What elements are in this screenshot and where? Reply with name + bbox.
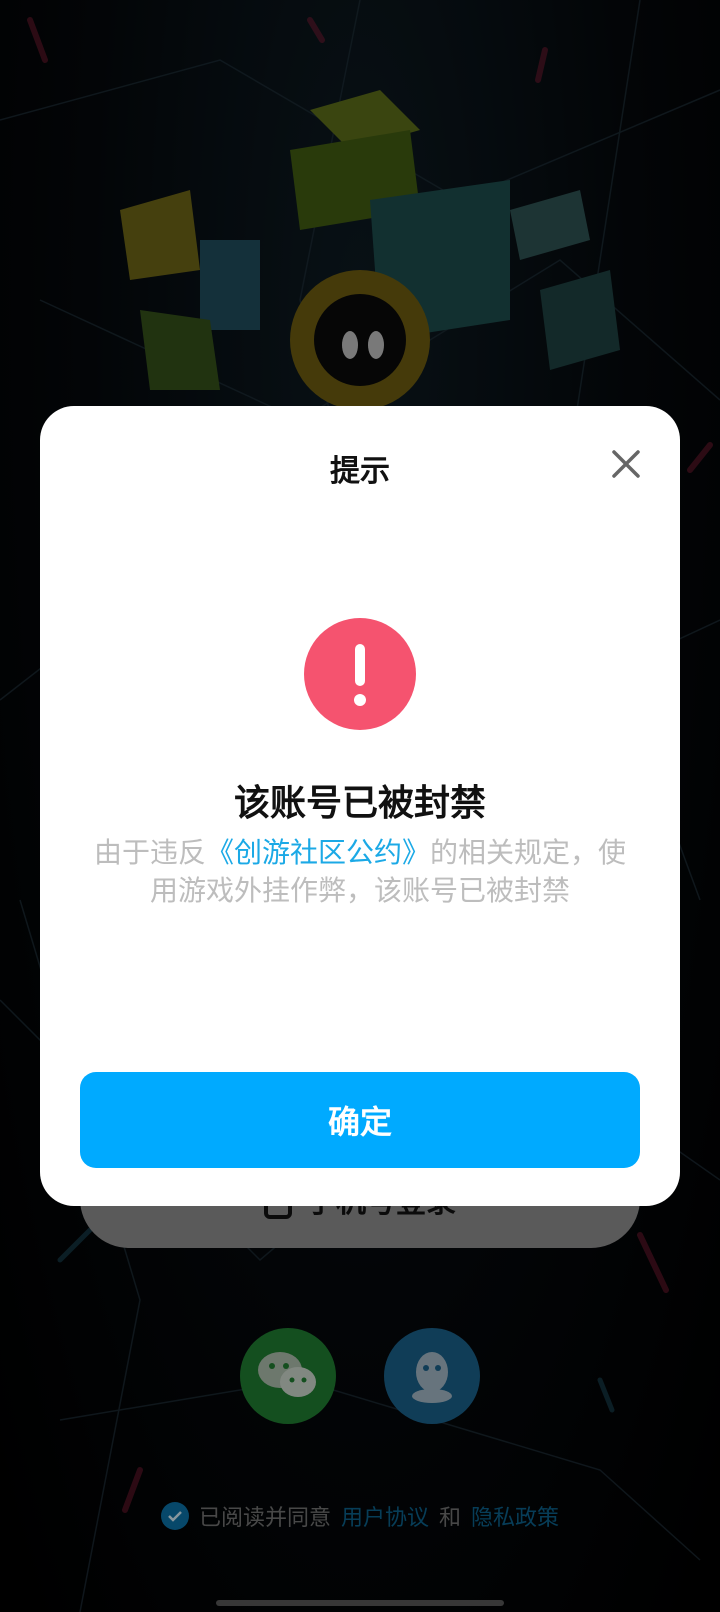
ban-notice-dialog: 提示 该账号已被封禁 由于违反《创游社区公约》的相关规定，使用游戏外挂作弊，该账…: [40, 406, 680, 1206]
ban-headline: 该账号已被封禁: [233, 783, 486, 824]
dialog-title: 提示: [330, 454, 390, 489]
confirm-button[interactable]: 确定: [80, 1072, 640, 1168]
exclamation-icon: [304, 618, 416, 730]
close-icon: [612, 450, 640, 478]
ban-message: 由于违反《创游社区公约》的相关规定，使用游戏外挂作弊，该账号已被封禁: [86, 834, 634, 910]
login-screen: 手机号登录 已阅读并同意 用户协议 和: [0, 0, 720, 1612]
close-button[interactable]: [604, 442, 648, 486]
message-before: 由于违反: [93, 836, 206, 869]
community-rules-link[interactable]: 《创游社区公约》: [206, 836, 430, 869]
